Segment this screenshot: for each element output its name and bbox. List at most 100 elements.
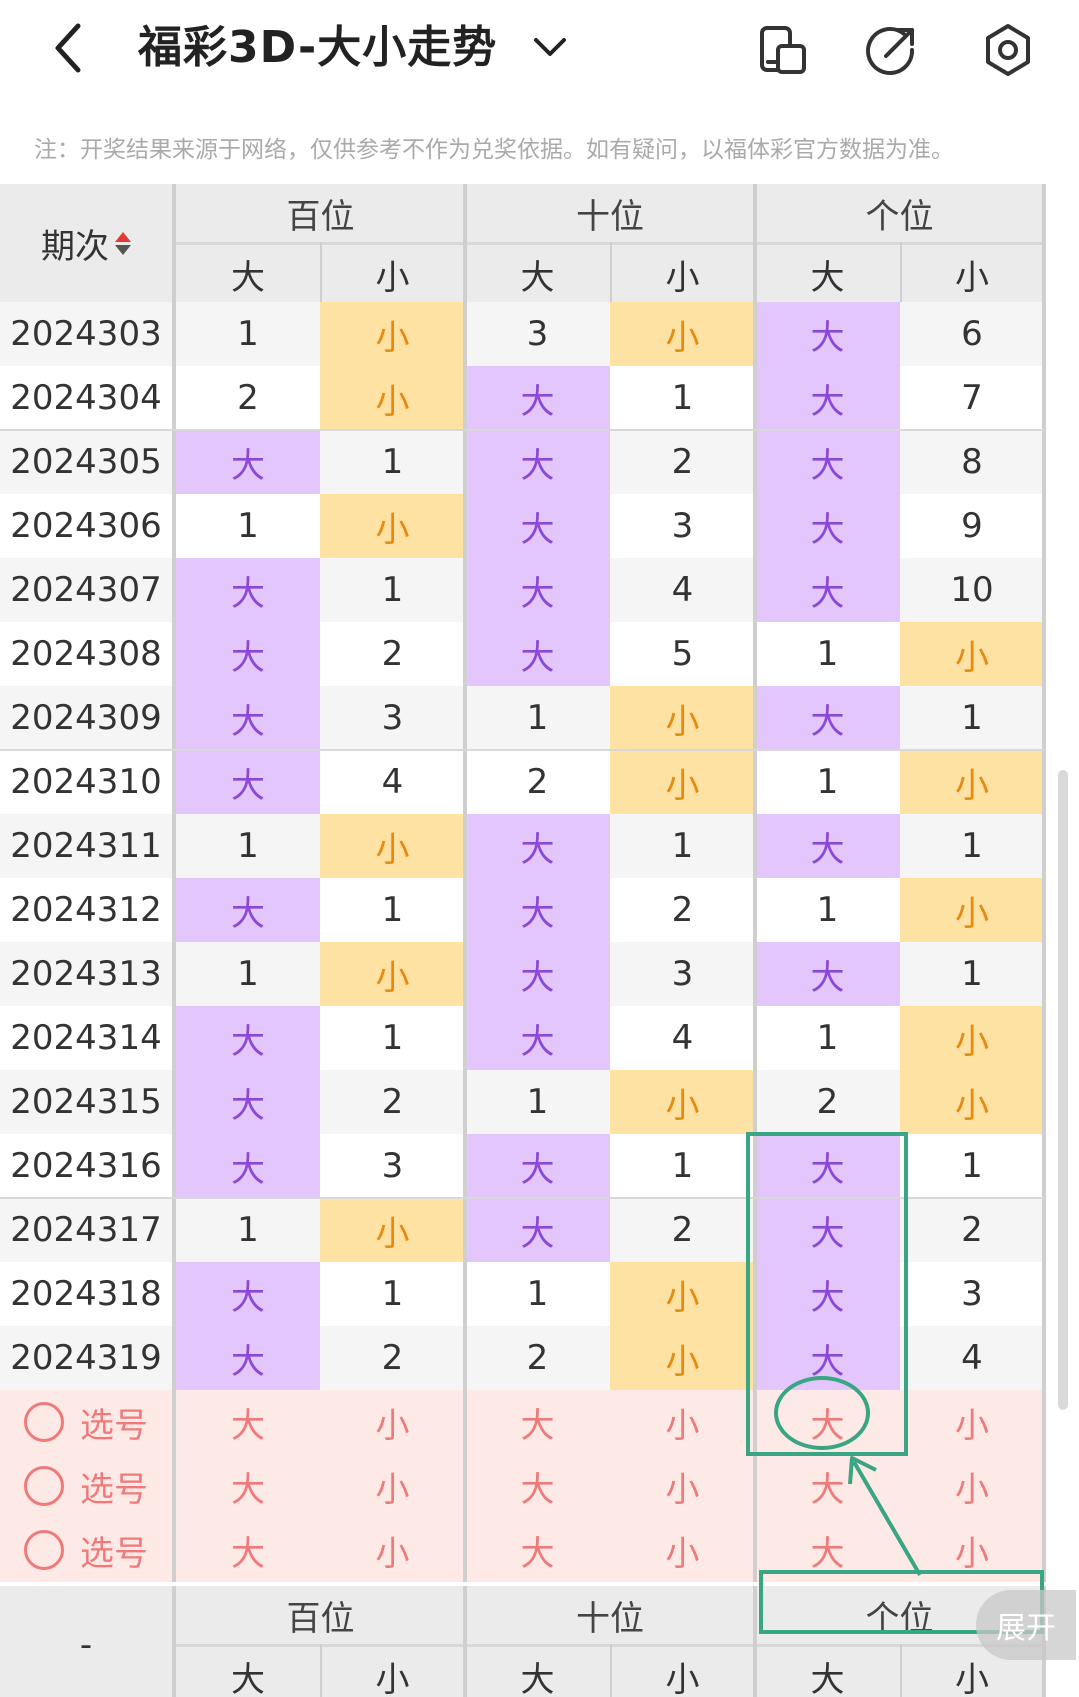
select-option[interactable]: 小 [900, 1390, 1044, 1454]
back-chevron-icon[interactable] [40, 18, 100, 78]
omission-count: 1 [237, 506, 259, 546]
omission-count: 2 [671, 442, 694, 482]
select-label: 选号 [80, 1533, 148, 1574]
select-option[interactable]: 小 [320, 1454, 465, 1518]
select-option[interactable]: 大 [465, 1454, 610, 1518]
omission-count: 4 [961, 1338, 983, 1378]
omission-count: 1 [961, 826, 983, 866]
omission-count: 9 [961, 506, 983, 546]
select-label: 选号 [80, 1405, 148, 1446]
select-option[interactable]: 小 [320, 1390, 465, 1454]
omission-count: 1 [381, 442, 404, 482]
omission-count: 3 [526, 314, 549, 354]
omission-count: 2 [381, 634, 404, 674]
omission-count: 1 [816, 762, 839, 802]
period-col-divider [172, 302, 176, 1582]
size-column-header: 小 [665, 1659, 700, 1697]
omission-count: 5 [671, 634, 694, 674]
size-column-header: 大 [520, 1659, 555, 1697]
period-header[interactable]: 期次 [0, 184, 172, 302]
settings-icon[interactable] [980, 22, 1036, 78]
select-option[interactable]: 大 [465, 1390, 610, 1454]
group-col-divider [1042, 302, 1046, 1582]
omission-count: 1 [816, 634, 839, 674]
phone-layout-icon[interactable] [756, 22, 812, 78]
omission-count: 4 [381, 762, 404, 802]
small-mark: 小 [320, 302, 465, 366]
big-mark: 大 [176, 430, 320, 494]
omission-count: 1 [381, 1018, 404, 1058]
position-group-label: 百位 [286, 196, 355, 237]
size-column-header: 小 [375, 257, 410, 298]
select-option[interactable]: 小 [610, 1390, 755, 1454]
big-mark: 大 [176, 1134, 320, 1198]
small-mark: 小 [320, 366, 465, 430]
big-mark: 大 [176, 750, 320, 814]
radio-button[interactable] [24, 1530, 64, 1570]
omission-count: 7 [961, 378, 983, 418]
small-mark: 小 [320, 942, 465, 1006]
big-mark: 大 [176, 558, 320, 622]
radio-button[interactable] [24, 1466, 64, 1506]
size-column-header: 大 [810, 1659, 845, 1697]
omission-count: 4 [671, 1018, 694, 1058]
omission-count: 1 [526, 1082, 549, 1122]
select-option[interactable]: 大 [176, 1390, 320, 1454]
header-col-divider [753, 184, 757, 302]
omission-count: 1 [526, 698, 549, 738]
omission-count: 1 [526, 1274, 549, 1314]
big-mark: 大 [176, 1070, 320, 1134]
select-option[interactable]: 大 [465, 1518, 610, 1582]
select-option[interactable]: 大 [176, 1454, 320, 1518]
big-mark: 大 [176, 878, 320, 942]
big-mark: 大 [176, 1326, 320, 1390]
size-column-header: 大 [231, 257, 265, 298]
period-cell: 2024316 [10, 1146, 162, 1186]
period-cell: 2024307 [10, 570, 162, 610]
small-mark: 小 [610, 1326, 755, 1390]
omission-count: 1 [671, 826, 694, 866]
big-mark: 大 [176, 686, 320, 750]
annotation-circle [774, 1376, 870, 1450]
select-row-label[interactable]: 选号 [0, 1454, 172, 1518]
footer-period: - [0, 1586, 172, 1697]
disclaimer-note: 注：开奖结果来源于网络，仅供参考不作为兑奖依据。如有疑问，以福体彩官方数据为准。 [34, 137, 954, 163]
omission-count: 2 [526, 1338, 549, 1378]
big-mark: 大 [755, 302, 900, 366]
small-mark: 小 [900, 622, 1044, 686]
small-mark: 小 [900, 878, 1044, 942]
header-col-divider [320, 242, 322, 302]
big-mark: 大 [465, 558, 610, 622]
expand-button[interactable]: 展开 [976, 1590, 1076, 1660]
period-cell: 2024317 [10, 1210, 162, 1250]
omission-count: 3 [381, 698, 404, 738]
scrollbar[interactable] [1058, 770, 1068, 1410]
small-mark: 小 [610, 1262, 755, 1326]
omission-count: 1 [237, 314, 259, 354]
select-option[interactable]: 小 [610, 1454, 755, 1518]
chevron-down-icon[interactable] [528, 28, 572, 68]
period-cell: 2024305 [10, 442, 162, 482]
omission-count: 8 [961, 442, 983, 482]
radio-button[interactable] [24, 1402, 64, 1442]
omission-count: 1 [237, 826, 259, 866]
page-title[interactable]: 福彩3D-大小走势 [138, 18, 497, 78]
select-option[interactable]: 小 [320, 1518, 465, 1582]
sort-icon[interactable] [115, 231, 131, 255]
small-mark: 小 [610, 686, 755, 750]
select-row-label[interactable]: 选号 [0, 1518, 172, 1582]
period-cell: 2024308 [10, 634, 162, 674]
big-mark: 大 [176, 1006, 320, 1070]
big-mark: 大 [465, 430, 610, 494]
small-mark: 小 [320, 1198, 465, 1262]
select-row-label[interactable]: 选号 [0, 1390, 172, 1454]
share-icon[interactable] [864, 22, 920, 78]
big-mark: 大 [465, 1198, 610, 1262]
select-option[interactable]: 大 [176, 1518, 320, 1582]
omission-count: 2 [381, 1082, 404, 1122]
row-group-separator [0, 749, 1044, 751]
omission-count: 1 [671, 378, 694, 418]
omission-count: 1 [816, 890, 839, 930]
select-option[interactable]: 小 [610, 1518, 755, 1582]
omission-count: 1 [961, 698, 983, 738]
